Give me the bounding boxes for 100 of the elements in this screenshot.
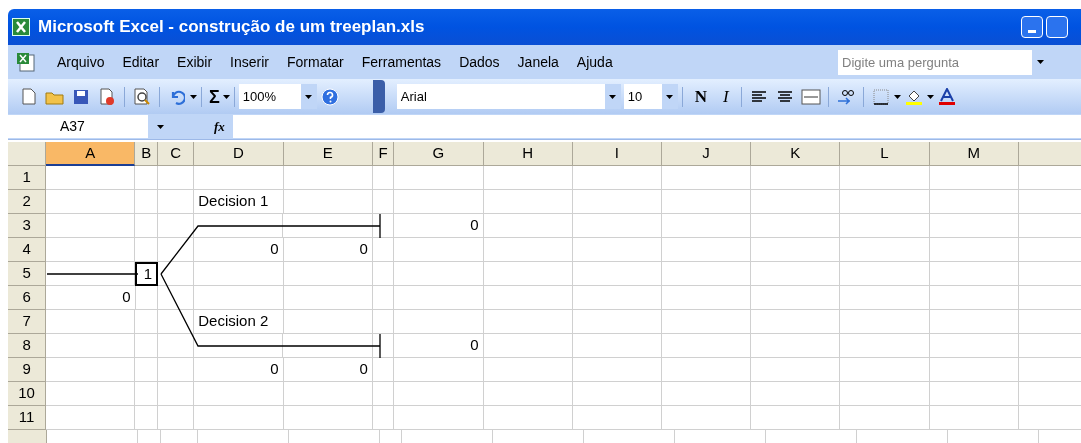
grid-cell[interactable] bbox=[394, 238, 484, 262]
row-header[interactable]: 1 bbox=[8, 166, 47, 190]
grid-cell[interactable] bbox=[372, 190, 395, 214]
grid-cell[interactable] bbox=[483, 286, 573, 310]
new-document-icon[interactable] bbox=[19, 86, 39, 107]
grid-cell[interactable] bbox=[483, 262, 573, 286]
grid-cell[interactable] bbox=[840, 358, 930, 382]
grid-cell[interactable] bbox=[840, 190, 930, 214]
grid-cell[interactable] bbox=[751, 238, 841, 262]
menu-item[interactable]: Ajuda bbox=[567, 51, 622, 73]
grid-cell[interactable] bbox=[158, 406, 195, 430]
grid-cell[interactable] bbox=[46, 238, 136, 262]
column-header[interactable]: G bbox=[394, 142, 484, 166]
grid-cell[interactable] bbox=[483, 166, 573, 190]
grid-cell[interactable] bbox=[135, 358, 158, 382]
row-header[interactable]: 5 bbox=[8, 262, 47, 286]
grid-cell[interactable] bbox=[572, 238, 663, 262]
function-icon[interactable]: fx bbox=[214, 116, 225, 137]
grid-cell[interactable] bbox=[929, 310, 1019, 334]
font-size-field[interactable]: 10 bbox=[623, 84, 678, 109]
column-header[interactable]: B bbox=[135, 142, 159, 166]
grid-cell[interactable] bbox=[372, 406, 395, 430]
grid-cell[interactable] bbox=[483, 334, 573, 358]
grid-cell[interactable] bbox=[158, 334, 195, 358]
row-header[interactable]: 11 bbox=[8, 406, 47, 430]
grid-cell[interactable]: 0 bbox=[46, 286, 136, 310]
maximize-button[interactable] bbox=[1046, 16, 1068, 38]
grid-cell[interactable] bbox=[158, 238, 195, 262]
grid-cell[interactable] bbox=[372, 334, 395, 358]
grid-cell[interactable] bbox=[662, 262, 752, 286]
grid-cell[interactable] bbox=[572, 286, 662, 310]
grid-cell[interactable] bbox=[158, 286, 195, 310]
column-header[interactable]: C bbox=[158, 142, 195, 166]
grid-cell[interactable] bbox=[194, 334, 284, 358]
grid-cell[interactable] bbox=[751, 358, 841, 382]
font-field[interactable]: Arial bbox=[396, 84, 621, 109]
row-header[interactable]: 7 bbox=[8, 310, 47, 334]
grid-cell[interactable] bbox=[372, 166, 395, 190]
dropdown-arrow-icon[interactable] bbox=[666, 94, 674, 99]
grid-cell[interactable] bbox=[394, 286, 484, 310]
column-header[interactable]: A bbox=[46, 142, 136, 166]
grid-cell[interactable] bbox=[283, 214, 373, 238]
grid-cell[interactable] bbox=[135, 406, 159, 430]
menu-item[interactable]: Inserir bbox=[221, 51, 278, 73]
column-header[interactable]: E bbox=[283, 142, 373, 166]
grid-cell[interactable] bbox=[929, 286, 1019, 310]
grid-cell[interactable] bbox=[929, 382, 1019, 406]
grid-cell[interactable]: 0 bbox=[283, 358, 373, 382]
grid-cell[interactable] bbox=[135, 190, 158, 214]
grid-cell[interactable] bbox=[572, 214, 662, 238]
grid-cell[interactable] bbox=[194, 286, 284, 310]
grid-cell[interactable] bbox=[840, 310, 930, 334]
dropdown-arrow-icon[interactable] bbox=[609, 94, 617, 99]
grid-cell[interactable]: 0 bbox=[194, 358, 284, 382]
grid-cell[interactable] bbox=[483, 190, 573, 214]
grid-cell[interactable] bbox=[283, 334, 373, 358]
grid-cell[interactable] bbox=[662, 358, 752, 382]
grid-cell[interactable] bbox=[158, 166, 195, 190]
grid-cell[interactable] bbox=[661, 286, 752, 310]
grid-cell[interactable] bbox=[840, 166, 930, 190]
grid-cell[interactable]: 0 bbox=[283, 238, 373, 262]
dropdown-arrow-icon[interactable] bbox=[222, 94, 230, 99]
grid-cell[interactable] bbox=[840, 406, 930, 430]
grid-cell[interactable] bbox=[372, 358, 395, 382]
grid-cell[interactable] bbox=[372, 286, 395, 310]
grid-cell[interactable] bbox=[751, 334, 841, 358]
menu-item[interactable]: Dados bbox=[450, 51, 509, 73]
grid-cell[interactable] bbox=[751, 214, 841, 238]
grid-cell[interactable] bbox=[135, 334, 158, 358]
grid-cell[interactable] bbox=[662, 238, 752, 262]
minimize-button[interactable] bbox=[1021, 16, 1043, 38]
grid-cell[interactable] bbox=[483, 214, 573, 238]
grid-cell[interactable] bbox=[751, 166, 841, 190]
grid-cell[interactable] bbox=[372, 262, 395, 286]
grid-cell[interactable] bbox=[483, 238, 573, 262]
grid-cell[interactable] bbox=[751, 382, 841, 406]
grid-cell[interactable] bbox=[572, 190, 662, 214]
dropdown-arrow-icon[interactable] bbox=[926, 94, 934, 99]
grid-cell[interactable] bbox=[372, 310, 395, 334]
grid-cell[interactable] bbox=[394, 166, 484, 190]
grid-cell[interactable] bbox=[840, 262, 930, 286]
row-header[interactable]: 6 bbox=[8, 286, 47, 310]
grid-cell[interactable] bbox=[135, 286, 159, 310]
grid-cell[interactable] bbox=[135, 166, 159, 190]
autosum-button[interactable]: Σ bbox=[209, 87, 220, 106]
grid-cell[interactable]: 0 bbox=[194, 238, 284, 262]
formula-field[interactable] bbox=[232, 115, 1081, 138]
dropdown-arrow-icon[interactable] bbox=[190, 94, 197, 99]
grid-cell[interactable] bbox=[572, 310, 662, 334]
grid-cell[interactable] bbox=[572, 262, 662, 286]
print-preview-icon[interactable] bbox=[132, 86, 152, 107]
grid-cell[interactable] bbox=[394, 382, 484, 406]
grid-cell[interactable] bbox=[662, 166, 752, 190]
grid-cell[interactable] bbox=[46, 382, 136, 406]
grid-cell[interactable] bbox=[194, 382, 284, 406]
grid-cell[interactable] bbox=[572, 166, 662, 190]
menu-item[interactable]: Janela bbox=[508, 51, 568, 73]
grid-cell[interactable] bbox=[572, 406, 662, 430]
grid-cell[interactable] bbox=[929, 190, 1019, 214]
grid-cell[interactable] bbox=[572, 334, 662, 358]
